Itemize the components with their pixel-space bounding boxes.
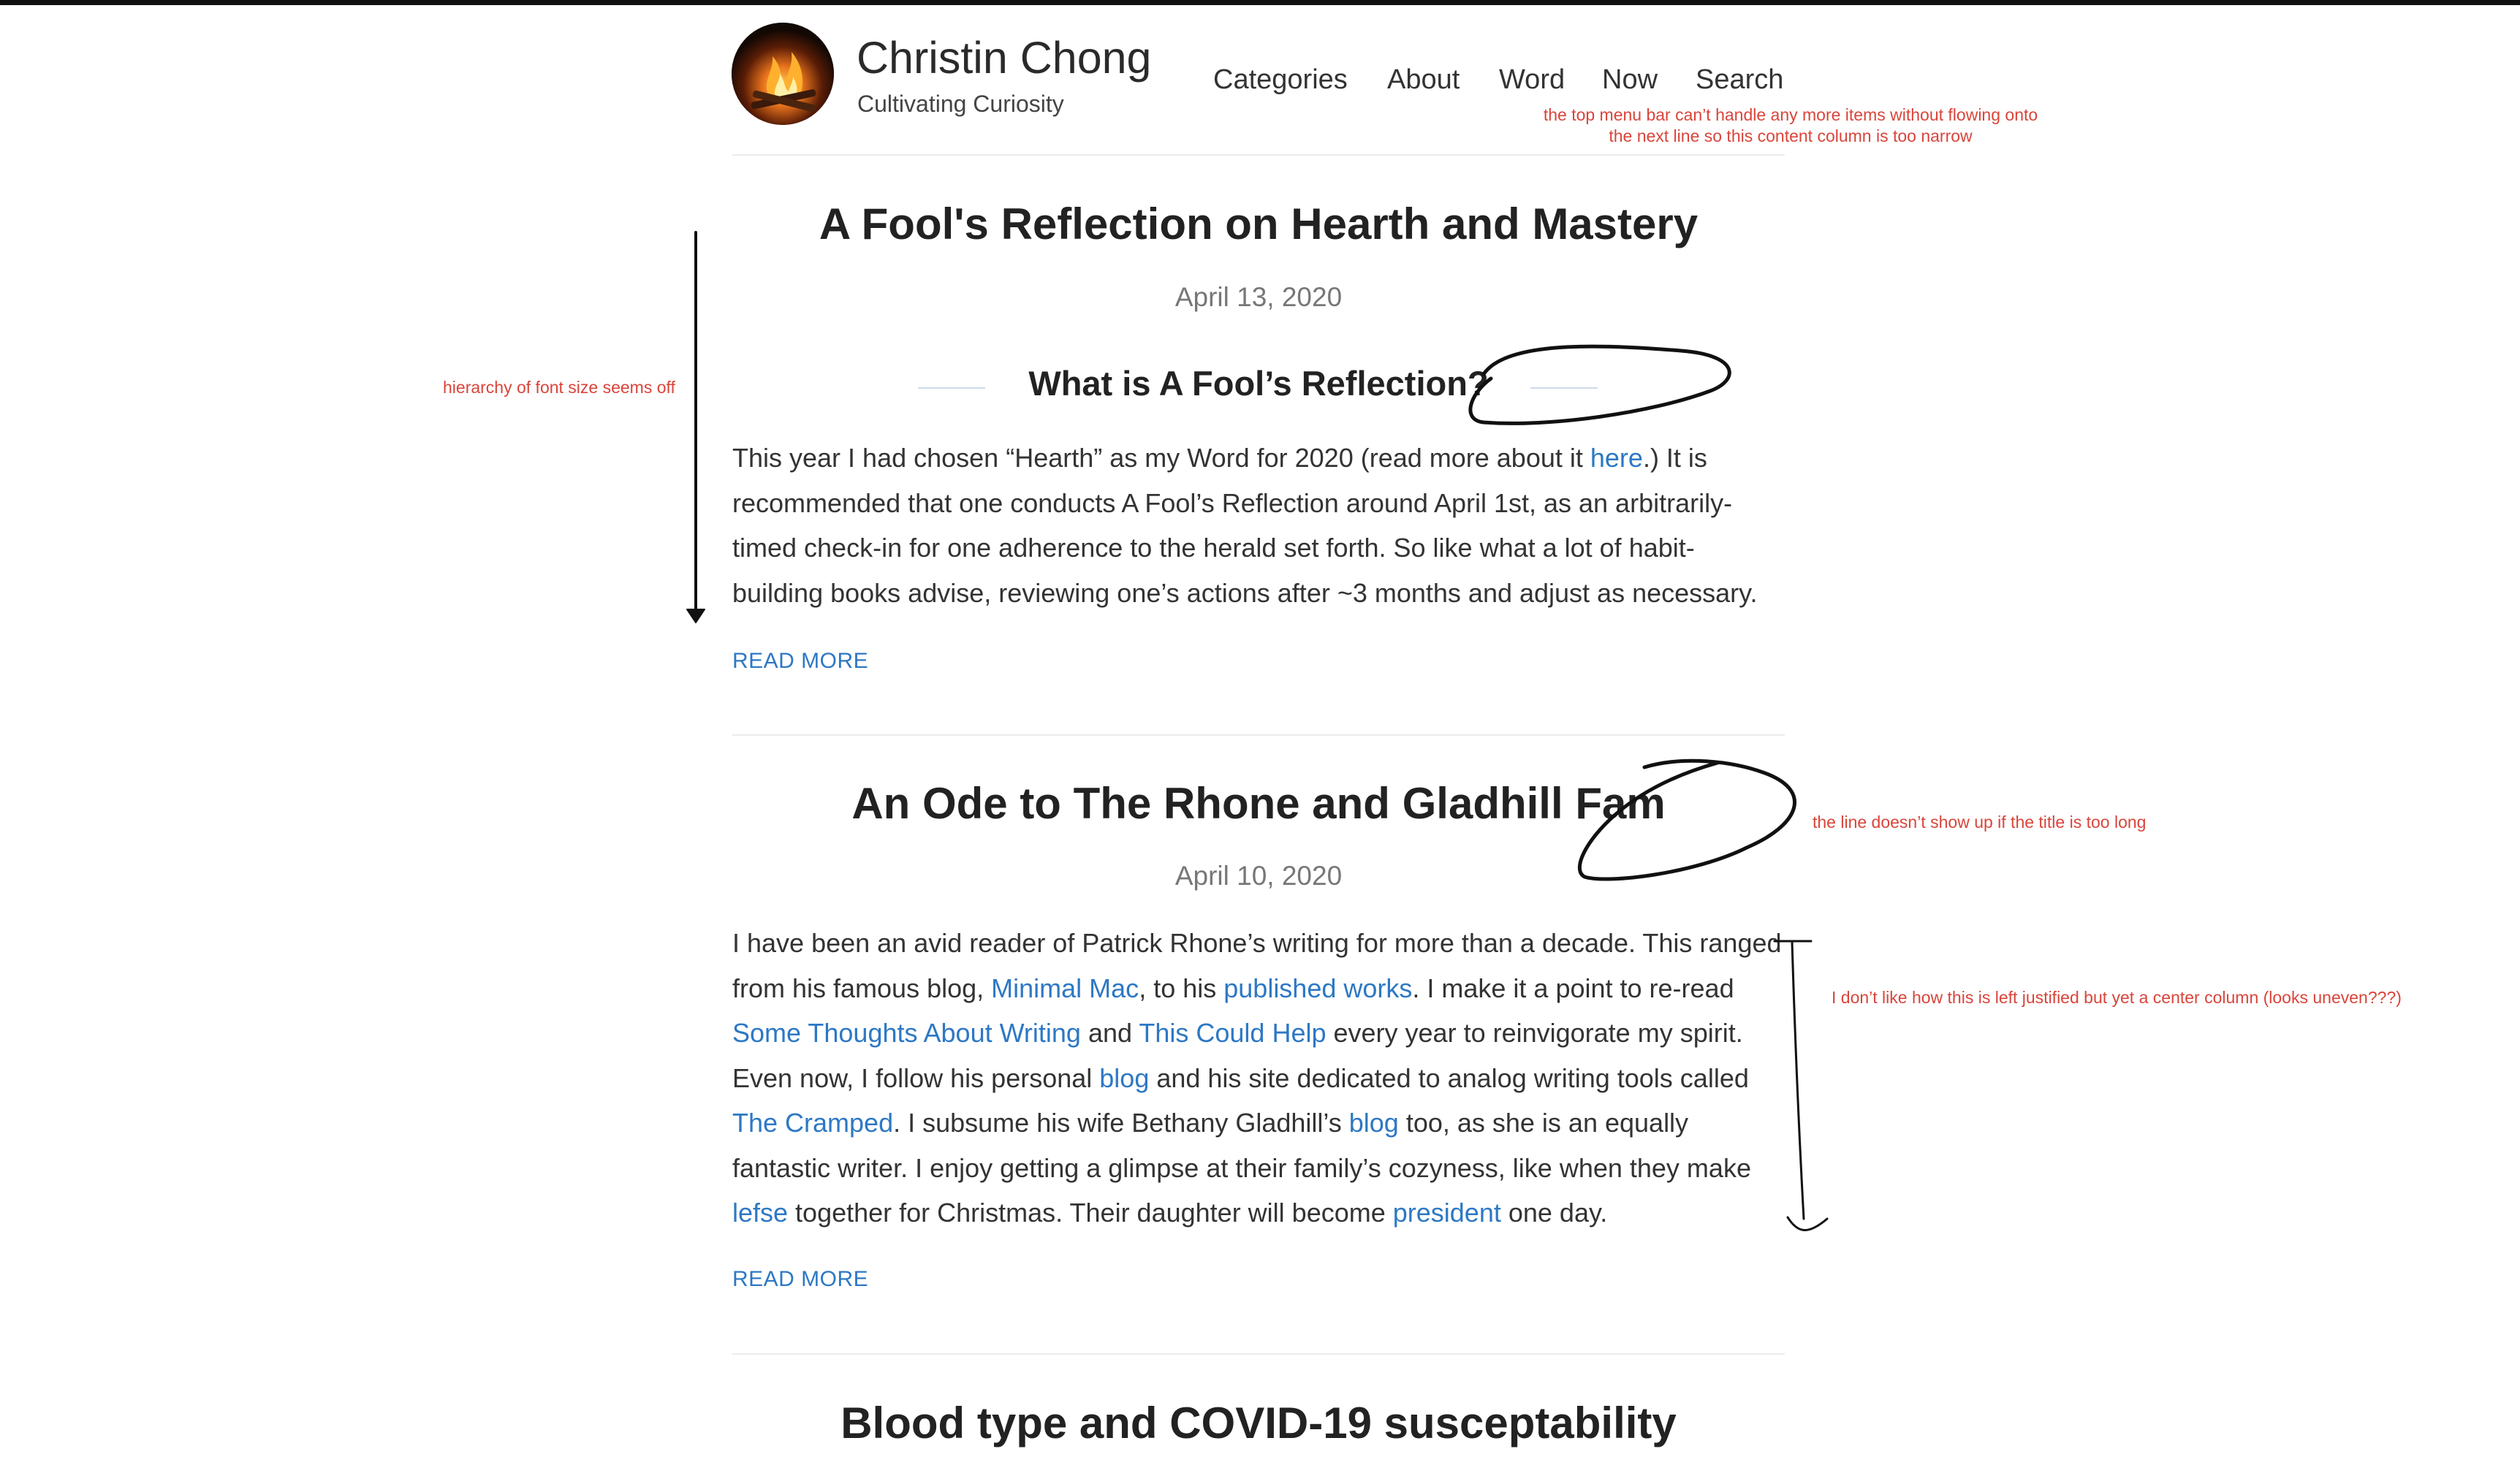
- site-tagline: Cultivating Curiosity: [857, 91, 1064, 117]
- justify-marker-line: [1791, 940, 1805, 1220]
- post-date: April 13, 2020: [1174, 282, 1343, 312]
- nav-categories[interactable]: Categories: [1213, 64, 1348, 96]
- paragraph-text: and: [1080, 1018, 1139, 1048]
- post-excerpt: I have been an avid reader of Patrick Rh…: [732, 921, 1785, 1236]
- campfire-avatar-image: [732, 23, 834, 125]
- nav-search[interactable]: Search: [1696, 64, 1783, 96]
- annotation-justify-note: I don’t like how this is left justified …: [1832, 988, 2402, 1007]
- inline-link[interactable]: This Could Help: [1139, 1018, 1326, 1048]
- paragraph-text: one day.: [1500, 1198, 1608, 1228]
- paragraph-text: This year I had chosen “Hearth” as my Wo…: [732, 443, 1590, 473]
- annotation-hierarchy-note: hierarchy of font size seems off: [443, 378, 675, 397]
- post-divider: [732, 1353, 1785, 1355]
- paragraph-text: . I subsume his wife Bethany Gladhill’s: [893, 1108, 1349, 1138]
- post-excerpt: This year I had chosen “Hearth” as my Wo…: [732, 435, 1785, 615]
- inline-link[interactable]: Some Thoughts About Writing: [732, 1018, 1081, 1048]
- read-more-link[interactable]: READ MORE: [732, 1267, 868, 1292]
- avatar[interactable]: [732, 23, 834, 125]
- paragraph-text: . I make it a point to re-read: [1412, 973, 1734, 1003]
- inline-link[interactable]: published works: [1223, 973, 1412, 1003]
- inline-link[interactable]: The Cramped: [732, 1108, 893, 1138]
- inline-link[interactable]: Minimal Mac: [991, 973, 1139, 1003]
- subheading-rule-right: [1530, 387, 1598, 389]
- inline-link[interactable]: president: [1393, 1198, 1501, 1228]
- header-divider: [732, 154, 1785, 156]
- paragraph-text: and his site dedicated to analog writing…: [1149, 1062, 1749, 1093]
- inline-link[interactable]: blog: [1099, 1063, 1149, 1093]
- paragraph-text: , to his: [1139, 973, 1224, 1003]
- justify-marker-end: [1786, 1216, 1829, 1231]
- paragraph-text: together for Christmas. Their daughter w…: [788, 1198, 1393, 1228]
- inline-link[interactable]: blog: [1349, 1108, 1399, 1138]
- post-date: April 10, 2020: [1174, 861, 1343, 891]
- post-title[interactable]: Blood type and COVID-19 susceptability: [732, 1398, 1785, 1448]
- nav-now[interactable]: Now: [1602, 64, 1658, 96]
- post-divider: [732, 734, 1785, 736]
- post-title[interactable]: A Fool's Reflection on Hearth and Master…: [732, 199, 1785, 249]
- annotation-line: the next line so this content column is …: [1609, 126, 1973, 145]
- post-title[interactable]: An Ode to The Rhone and Gladhill Fam: [732, 778, 1785, 829]
- hierarchy-arrow-head: [686, 609, 705, 623]
- post-subheading: What is A Fool’s Reflection?: [1028, 364, 1489, 403]
- inline-link[interactable]: here: [1590, 443, 1643, 473]
- annotation-menu-note: the top menu bar can’t handle any more i…: [1498, 104, 2083, 147]
- annotation-line-note: the line doesn’t show up if the title is…: [1813, 813, 2147, 832]
- read-more-link[interactable]: READ MORE: [732, 649, 868, 674]
- annotation-line: the top menu bar can’t handle any more i…: [1543, 105, 2038, 124]
- page: Christin Chong Cultivating Curiosity Cat…: [0, 0, 2520, 1457]
- top-border: [0, 0, 2520, 5]
- site-title[interactable]: Christin Chong: [857, 32, 1151, 83]
- nav-about[interactable]: About: [1387, 64, 1460, 96]
- nav-word[interactable]: Word: [1499, 64, 1565, 96]
- inline-link[interactable]: lefse: [732, 1198, 788, 1228]
